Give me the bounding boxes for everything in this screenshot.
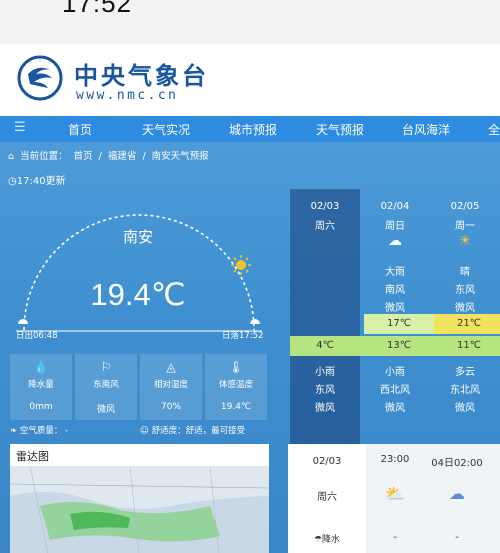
wind-vane-icon: ⚐ [100,360,112,374]
low-temp: 4℃ [316,340,334,351]
hamburger-icon[interactable]: ☰ [14,120,26,135]
high-temp: 17℃ [387,318,411,329]
site-header: 中央气象台 www.nmc.cn [0,44,500,116]
stat-wind: ⚐ 东南风 微风 [75,354,137,420]
breadcrumb-home[interactable]: 首页 [74,151,93,162]
breadcrumb-sep: / [142,151,146,162]
sun-icon [231,255,251,275]
home-icon: ⌂ [8,151,15,162]
comfort: ☺ 舒适度：舒适，最可接受 [140,426,246,436]
air-quality-row: ❧ 空气质量： - ☺ 舒适度：舒适，最可接受 [10,424,268,440]
sunrise-icon [18,319,28,324]
status-bar: 17:52 [0,0,500,44]
breadcrumb: ⌂ 当前位置： 首页 / 福建省 / 南安天气预报 [8,148,212,162]
breadcrumb-sep: / [98,151,102,162]
hourly-slot[interactable]: 04日02:00 ☁ - [428,444,486,553]
air-quality-label: 空气质量： [19,426,63,436]
nmc-logo-icon[interactable] [16,54,64,102]
humidity-drop-icon: ◬ [166,360,176,374]
nav-home[interactable]: 首页 [68,121,92,138]
rain-icon: ☂ [313,535,323,545]
sunset-icon [250,319,260,324]
clock-icon: ◷ [8,176,17,187]
cloud-icon: ☁ [449,484,465,503]
nav-typhoon-ocean[interactable]: 台风海洋 [402,121,450,138]
forecast-day[interactable]: 02/03 周六 ☁ 小雨 东风 微风 [290,189,360,445]
leaf-icon: ❧ [10,426,18,436]
sunrise-time: 日出06:48 [16,331,58,341]
nav-weather-forecast[interactable]: 天气预报 [316,121,364,138]
sunset-time: 日落17:52 [222,331,264,341]
precip-row-label: ☂降水 [313,535,341,545]
low-temp: 11℃ [457,340,481,351]
city-name: 南安 [122,228,153,246]
site-url[interactable]: www.nmc.cn [76,88,178,103]
hourly-scroll[interactable]: 23:00 ⛅ - 04日02:00 ☁ - [366,444,500,553]
weather-stats: 💧 降水量 0mm ⚐ 东南风 微风 ◬ 相对湿度 70% 🌡 体感温度 19.… [10,354,268,420]
update-time: ◷17:40更新 [8,176,66,187]
heavy-rain-icon: ☁ [388,233,402,249]
site-title[interactable]: 中央气象台 [74,56,209,91]
radar-map[interactable] [10,466,269,553]
rain-drops-icon: 💧 [33,360,49,374]
status-time: 17:52 [62,0,133,18]
high-temp: 21℃ [457,318,481,329]
radar-panel[interactable]: 雷达图 [10,444,269,553]
radar-title: 雷达图 [16,450,49,463]
breadcrumb-current: 南安天气预报 [151,151,209,162]
thermometer-icon: 🌡 [228,360,244,374]
stat-precipitation: 💧 降水量 0mm [10,354,72,420]
current-temperature: 19.4℃ [90,277,186,312]
hourly-forecast: 02/03 周六 ☂降水 23:00 ⛅ - 04日02:00 ☁ - [288,444,500,553]
low-temp: 13℃ [387,340,411,351]
nav-city-forecast[interactable]: 城市预报 [229,121,277,138]
weather-content: ⌂ 当前位置： 首页 / 福建省 / 南安天气预报 ◷17:40更新 南安 19… [0,142,500,553]
stat-humidity: ◬ 相对湿度 70% [140,354,202,420]
breadcrumb-prefix: 当前位置： [20,151,68,162]
hourly-day-header[interactable]: 02/03 周六 ☂降水 [288,444,366,553]
nav-live-weather[interactable]: 天气实况 [142,121,190,138]
hourly-slot[interactable]: 23:00 ⛅ - [366,444,424,553]
sunny-icon: ☀ [458,233,472,249]
nav-more[interactable]: 全 [488,121,500,138]
partly-cloudy-icon: ⛅ [385,484,405,503]
breadcrumb-province[interactable]: 福建省 [108,151,137,162]
sun-arc [16,214,262,332]
comfort-icon: ☺ [140,426,149,436]
main-nav: ☰ 首页 天气实况 城市预报 天气预报 台风海洋 全 [0,116,500,142]
stat-feels-like: 🌡 体感温度 19.4℃ [205,354,267,420]
air-quality-value: - [65,426,69,436]
